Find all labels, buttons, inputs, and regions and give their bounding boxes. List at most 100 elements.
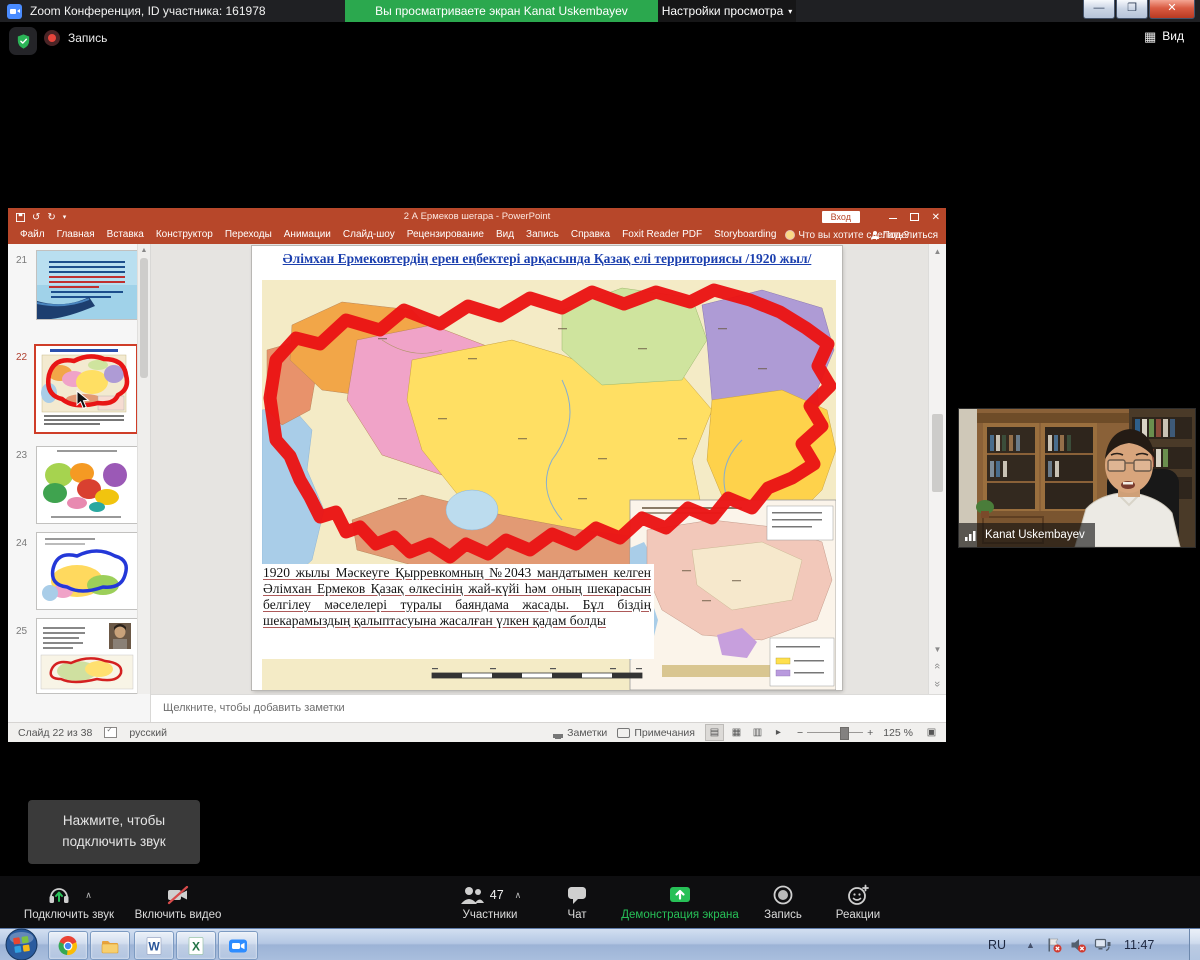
slideshow-view-button[interactable]: ▸ xyxy=(770,725,787,740)
slide-sorter-view-button[interactable]: ▦ xyxy=(728,725,745,740)
tab-foxit[interactable]: Foxit Reader PDF xyxy=(616,226,708,244)
normal-view-button[interactable]: ▤ xyxy=(705,724,724,741)
slide-scrollbar[interactable]: ▲ ▼ « » xyxy=(928,244,946,694)
clock[interactable]: 11:47 xyxy=(1124,929,1154,960)
record-icon xyxy=(771,883,795,907)
volume-muted-icon[interactable] xyxy=(1070,937,1086,958)
language-indicator[interactable]: русский xyxy=(129,727,167,739)
fit-slide-button[interactable]: ▣ xyxy=(923,725,940,740)
person-icon xyxy=(871,231,879,239)
ppt-minimize-button[interactable] xyxy=(889,218,897,219)
thumbnail-22-preview xyxy=(36,346,132,428)
zoom-in-button[interactable]: + xyxy=(867,727,873,739)
slide-canvas[interactable]: Әлімхан Ермековтердің ерен еңбектері арқ… xyxy=(252,246,842,690)
previous-slide-button[interactable]: « xyxy=(929,660,946,672)
taskbar-explorer-button[interactable] xyxy=(90,931,130,960)
tray-expand-icon[interactable]: ▲ xyxy=(1026,929,1035,960)
tab-record[interactable]: Запись xyxy=(520,226,565,244)
comments-icon xyxy=(617,728,630,738)
action-center-icon[interactable] xyxy=(1046,937,1062,958)
next-slide-button[interactable]: » xyxy=(929,678,946,690)
slide-thumbnail-21[interactable] xyxy=(36,250,138,320)
slide-thumbnail-22-selected[interactable] xyxy=(34,344,138,434)
thumbnail-24-preview xyxy=(37,533,137,609)
notes-icon xyxy=(553,728,563,738)
tab-animations[interactable]: Анимации xyxy=(278,226,337,244)
ppt-maximize-button[interactable] xyxy=(910,213,919,221)
participants-button[interactable]: 47 ∧ Участники xyxy=(438,882,542,921)
participants-options-chevron[interactable]: ∧ xyxy=(515,890,522,901)
scroll-up-icon[interactable]: ▲ xyxy=(929,247,946,256)
zoom-slider-knob[interactable] xyxy=(840,727,849,740)
tab-transitions[interactable]: Переходы xyxy=(219,226,278,244)
scrollbar-thumb[interactable] xyxy=(932,414,943,492)
zoom-slider[interactable] xyxy=(807,725,863,740)
tab-review[interactable]: Рецензирование xyxy=(401,226,490,244)
thumbnail-23-preview xyxy=(37,447,137,523)
slide-body-text[interactable]: 1920 жылы Мәскеуге Қырревкомның №2043 ма… xyxy=(262,564,654,659)
recording-indicator: Запись xyxy=(44,30,107,46)
taskbar-excel-button[interactable]: X xyxy=(176,931,216,960)
thumbnail-scrollbar-thumb[interactable] xyxy=(140,258,148,378)
tab-help[interactable]: Справка xyxy=(565,226,616,244)
reading-view-button[interactable]: ▥ xyxy=(749,725,766,740)
tab-file[interactable]: Файл xyxy=(14,226,51,244)
taskbar-zoom-button[interactable] xyxy=(218,931,258,960)
share-button[interactable]: Поделиться xyxy=(871,226,938,244)
thumb-number-21: 21 xyxy=(16,255,27,266)
tab-storyboarding[interactable]: Storyboarding xyxy=(708,226,782,244)
view-layout-button[interactable]: ▦ Вид xyxy=(1144,29,1184,43)
taskbar-word-button[interactable]: W xyxy=(134,931,174,960)
folder-icon xyxy=(100,936,120,956)
minimize-button[interactable]: — xyxy=(1083,0,1115,19)
comments-toggle[interactable]: Примечания xyxy=(617,727,695,739)
scroll-down-icon[interactable]: ▼ xyxy=(929,645,946,654)
participant-video-tile[interactable]: Kanat Uskembayev xyxy=(958,408,1196,548)
slide-thumbnail-25[interactable] xyxy=(36,618,138,694)
start-button[interactable] xyxy=(5,928,38,960)
security-shield-button[interactable] xyxy=(9,27,37,55)
powerpoint-workspace: 21 22 23 24 25 xyxy=(8,244,946,694)
network-icon[interactable] xyxy=(1094,937,1111,958)
audio-options-chevron[interactable]: ∧ xyxy=(85,890,92,901)
language-indicator[interactable]: RU xyxy=(988,929,1006,960)
slide-title[interactable]: Әлімхан Ермековтердің ерен еңбектері арқ… xyxy=(258,251,836,267)
notes-placeholder: Щелкните, чтобы добавить заметки xyxy=(163,702,345,714)
zoom-percentage[interactable]: 125 % xyxy=(883,727,913,739)
join-audio-button[interactable]: ∧ Подключить звук xyxy=(8,882,130,921)
notes-toggle[interactable]: Заметки xyxy=(553,727,607,739)
tab-home[interactable]: Главная xyxy=(51,226,101,244)
thumbnail-panel-footer xyxy=(8,694,151,722)
share-screen-button[interactable]: Демонстрация экрана xyxy=(606,882,754,921)
show-desktop-button[interactable] xyxy=(1189,929,1200,960)
notes-pane[interactable]: Щелкните, чтобы добавить заметки xyxy=(151,694,946,723)
thumbnail-scrollbar[interactable]: ▲ xyxy=(137,244,150,694)
ribbon-tab-bar: Файл Главная Вставка Конструктор Переход… xyxy=(8,226,946,244)
powerpoint-statusbar: Слайд 22 из 38 русский Заметки Примечани… xyxy=(8,722,946,742)
spellcheck-icon[interactable] xyxy=(104,727,117,738)
signin-button[interactable]: Вход xyxy=(822,211,860,223)
screen-share-banner: Вы просматриваете экран Kanat Uskembayev xyxy=(345,0,658,22)
view-settings-dropdown[interactable]: Настройки просмотра ▾ xyxy=(658,0,796,22)
slide-thumbnail-24[interactable] xyxy=(36,532,138,610)
maximize-button[interactable]: ❐ xyxy=(1116,0,1148,19)
video-off-icon xyxy=(165,883,191,907)
join-audio-tooltip: Нажмите, чтобы подключить звук xyxy=(28,800,200,864)
thumbnail-21-preview xyxy=(37,251,137,319)
taskbar-chrome-button[interactable] xyxy=(48,931,88,960)
zoom-out-button[interactable]: − xyxy=(797,727,803,739)
start-video-button[interactable]: Включить видео xyxy=(132,882,224,921)
reactions-button[interactable]: Реакции xyxy=(820,882,896,921)
record-button[interactable]: Запись xyxy=(756,882,810,921)
close-button[interactable]: ✕ xyxy=(1149,0,1195,19)
slide-thumbnail-23[interactable] xyxy=(36,446,138,524)
slide-thumbnail-panel: 21 22 23 24 25 xyxy=(8,244,151,694)
tab-slideshow[interactable]: Слайд-шоу xyxy=(337,226,401,244)
chat-button[interactable]: Чат xyxy=(548,882,606,921)
headset-icon xyxy=(46,883,72,907)
tab-design[interactable]: Конструктор xyxy=(150,226,219,244)
thumbnail-scroll-up-icon[interactable]: ▲ xyxy=(138,245,150,257)
ppt-close-button[interactable]: ✕ xyxy=(932,212,940,223)
tab-insert[interactable]: Вставка xyxy=(101,226,150,244)
tab-view[interactable]: Вид xyxy=(490,226,520,244)
